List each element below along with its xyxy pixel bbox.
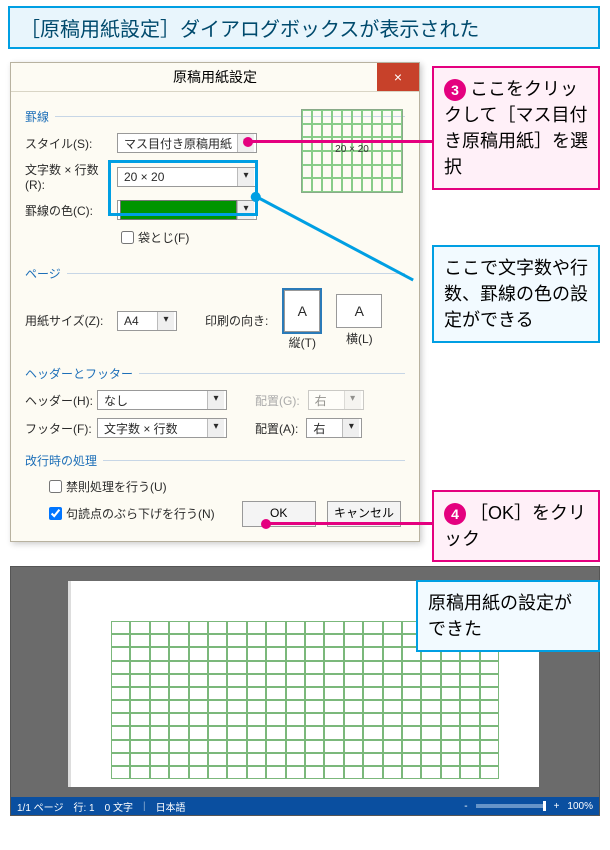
group-wrap: 改行時の処理 <box>25 452 405 469</box>
chevron-down-icon: ▾ <box>157 312 174 330</box>
leader-4 <box>266 522 434 525</box>
papersize-combo[interactable]: A4 ▾ <box>117 311 177 331</box>
group-page: ページ <box>25 265 405 282</box>
portrait-icon: A <box>284 290 320 332</box>
landscape-icon: A <box>336 294 382 328</box>
zoom-in-button[interactable]: + <box>554 801 560 812</box>
style-label: スタイル(S): <box>25 135 117 152</box>
callout-mid-text: ここで文字数や行数、罫線の色の設定ができる <box>444 258 588 330</box>
orient-landscape[interactable]: A 横(L) <box>336 294 382 347</box>
zoom-slider[interactable] <box>476 804 546 808</box>
kinsoku-label: 禁則処理を行う(U) <box>66 478 167 495</box>
footer-combo[interactable]: 文字数 × 行数 ▾ <box>97 418 227 438</box>
aligna-label: 配置(A): <box>255 420 298 437</box>
orient-label: 印刷の向き: <box>205 312 268 329</box>
grid-preview-text: 20 × 20 <box>302 144 402 155</box>
grid-preview: 20 × 20 <box>301 109 403 193</box>
banner: ［原稿用紙設定］ダイアログボックスが表示された <box>8 6 600 49</box>
sb-chars: 0 文字 <box>105 799 133 814</box>
callout-3-text: ここをクリックして［マス目付き原稿用紙］を選択 <box>444 79 588 177</box>
papersize-value: A4 <box>120 314 157 328</box>
header-value: なし <box>100 392 207 409</box>
header-label: ヘッダー(H): <box>25 392 97 409</box>
orient-portrait[interactable]: A 縦(T) <box>284 290 320 351</box>
burasage-checkbox[interactable] <box>49 507 62 520</box>
callout-mid: ここで文字数や行数、罫線の色の設定ができる <box>432 245 600 343</box>
chevron-down-icon: ▾ <box>344 391 361 409</box>
zoom-out-button[interactable]: - <box>464 801 467 812</box>
dialog-title-text: 原稿用紙設定 <box>173 69 257 85</box>
burasage-label: 句読点のぶら下げを行う(N) <box>66 505 215 522</box>
status-bar: 1/1 ページ 行: 1 0 文字 | 日本語 - + 100% <box>11 797 599 815</box>
chevron-down-icon: ▾ <box>207 419 224 437</box>
bullet-3: 3 <box>444 79 466 101</box>
orient-v-label: 縦(T) <box>289 334 316 351</box>
chars-rows-label: 文字数 × 行数(R): <box>25 161 117 192</box>
chevron-down-icon: ▾ <box>342 419 359 437</box>
orient-h-label: 横(L) <box>346 330 373 347</box>
header-combo[interactable]: なし ▾ <box>97 390 227 410</box>
chevron-down-icon: ▾ <box>237 168 254 186</box>
footer-label: フッター(F): <box>25 420 97 437</box>
sb-line: 行: 1 <box>73 799 94 814</box>
genkou-dialog: 原稿用紙設定 × 罫線 スタイル(S): マス目付き原稿用紙 ▾ 文字数 × 行… <box>10 62 420 542</box>
aligna-combo[interactable]: 右 ▾ <box>306 418 362 438</box>
fold-label: 袋とじ(F) <box>138 229 189 246</box>
callout-done-text: 原稿用紙の設定ができた <box>428 593 572 639</box>
callout-4: 4［OK］をクリック <box>432 490 600 562</box>
sb-ime: 日本語 <box>156 799 186 814</box>
leader-3 <box>248 140 434 143</box>
color-swatch <box>120 200 237 220</box>
aligng-label: 配置(G): <box>255 392 300 409</box>
sb-zoom: 100% <box>567 801 593 812</box>
chevron-down-icon: ▾ <box>207 391 224 409</box>
callout-3: 3ここをクリックして［マス目付き原稿用紙］を選択 <box>432 66 600 190</box>
callout-done: 原稿用紙の設定ができた <box>416 580 600 652</box>
papersize-label: 用紙サイズ(Z): <box>25 312 117 329</box>
color-combo[interactable]: ▾ <box>117 200 257 220</box>
style-value: マス目付き原稿用紙 <box>120 135 237 152</box>
style-combo[interactable]: マス目付き原稿用紙 ▾ <box>117 133 257 153</box>
dialog-title: 原稿用紙設定 × <box>11 63 419 92</box>
chevron-down-icon: ▾ <box>237 201 254 219</box>
bullet-4: 4 <box>444 503 466 525</box>
kinsoku-checkbox[interactable] <box>49 480 62 493</box>
footer-value: 文字数 × 行数 <box>100 420 207 437</box>
chars-rows-value: 20 × 20 <box>120 170 237 184</box>
aligng-value: 右 <box>311 392 344 409</box>
chars-rows-combo[interactable]: 20 × 20 ▾ <box>117 167 257 187</box>
close-button[interactable]: × <box>377 63 419 91</box>
aligna-value: 右 <box>309 420 342 437</box>
fold-checkbox[interactable] <box>121 231 134 244</box>
aligng-combo: 右 ▾ <box>308 390 364 410</box>
color-label: 罫線の色(C): <box>25 202 117 219</box>
sb-page: 1/1 ページ <box>17 799 63 814</box>
group-hf: ヘッダーとフッター <box>25 365 405 382</box>
